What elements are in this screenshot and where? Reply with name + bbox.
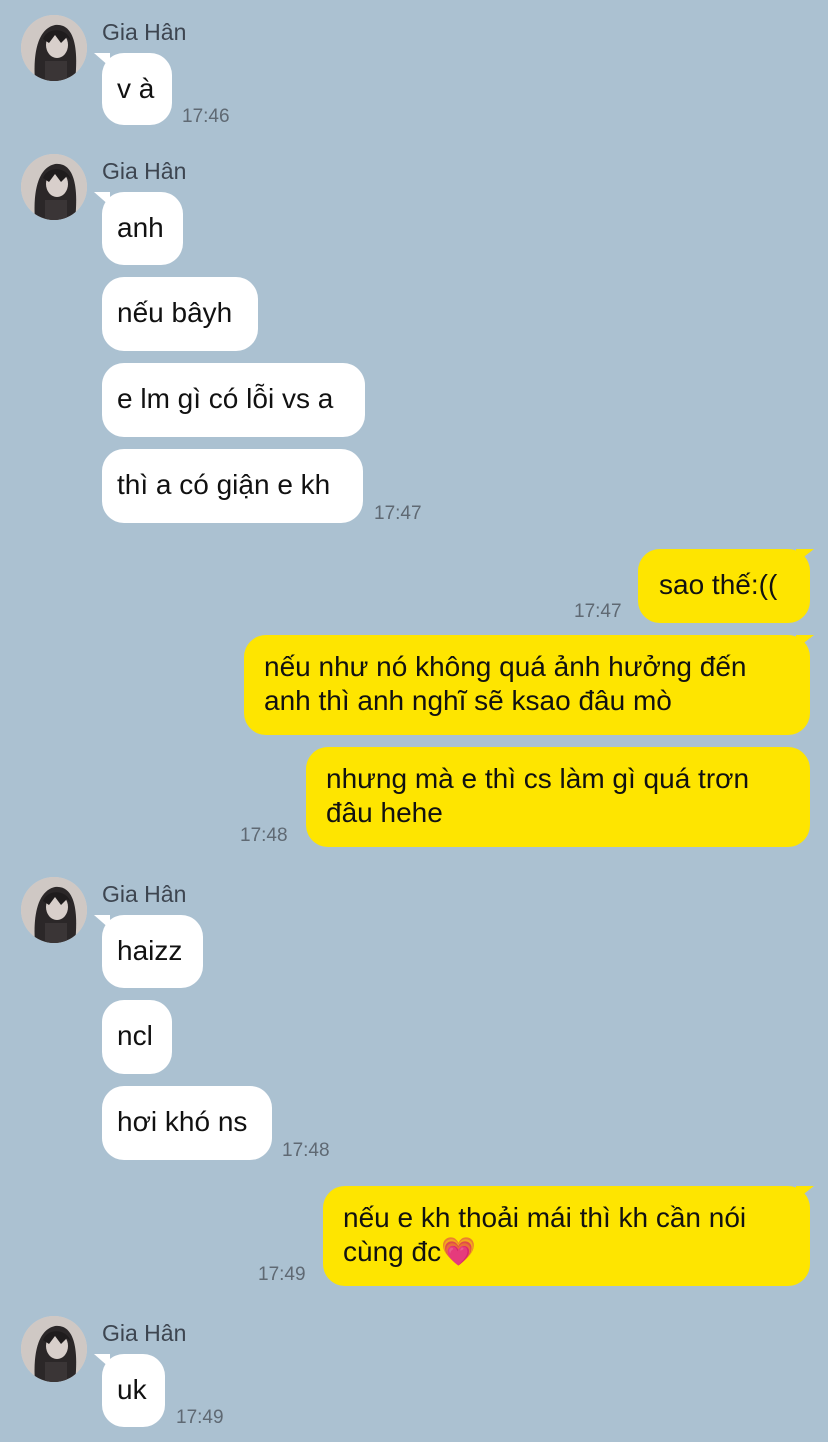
message-bubble[interactable]: e lm gì có lỗi vs a [102,363,365,437]
message-bubble[interactable]: nếu như nó không quá ảnh hưởng đến anh t… [244,635,810,735]
sender-name: Gia Hân [102,19,187,45]
message-text: v à [117,73,155,104]
message-bubble[interactable]: hơi khó ns [102,1086,272,1160]
message-bubble[interactable]: nếu bâyh [102,277,258,351]
message-time: 17:46 [182,106,230,127]
message-text: ncl [117,1020,153,1051]
message-text: haizz [117,935,183,966]
message-bubble[interactable]: sao thế:(( [638,549,810,623]
message-bubble[interactable]: v à [102,53,172,125]
sender-name: Gia Hân [102,881,187,907]
avatar-image [21,154,87,220]
sender-name: Gia Hân [102,1320,187,1346]
message-time: 17:48 [240,825,288,846]
sender-name: Gia Hân [102,158,187,184]
bubble-tail [796,549,814,563]
bubble-tail [796,1186,814,1200]
message-bubble[interactable]: nhưng mà e thì cs làm gì quá trơn đâu he… [306,747,810,847]
message-bubble[interactable]: nếu e kh thoải mái thì kh cần nói cùng đ… [323,1186,810,1286]
message-text: uk [117,1374,147,1405]
avatar-image [21,877,87,943]
bubble-tail [94,53,110,67]
message-text: sao thế:(( [659,569,778,600]
bubble-tail [94,1354,110,1368]
contact-avatar[interactable] [21,1316,87,1382]
message-text: hơi khó ns [117,1106,248,1137]
message-text: anh [117,212,164,243]
message-bubble[interactable]: uk [102,1354,165,1427]
message-text: thì a có giận e kh [117,469,331,500]
message-bubble[interactable]: haizz [102,915,203,988]
message-text: nếu bâyh [117,297,233,328]
message-text: nhưng mà e thì cs làm gì quá trơn đâu he… [326,763,750,828]
message-text: nếu như nó không quá ảnh hưởng đến anh t… [264,651,747,716]
message-time: 17:47 [374,503,422,524]
message-time: 17:48 [282,1140,330,1161]
message-bubble[interactable]: thì a có giận e kh [102,449,363,523]
message-time: 17:49 [258,1264,306,1285]
contact-avatar[interactable] [21,15,87,81]
message-time: 17:47 [574,601,622,622]
contact-avatar[interactable] [21,877,87,943]
chat-area: Gia Hân v à 17:46 Gia Hân anh nếu bâyh e… [0,0,828,1442]
bubble-tail [94,915,110,929]
avatar-image [21,1316,87,1382]
bubble-tail [796,635,814,649]
message-time: 17:49 [176,1407,224,1428]
contact-avatar[interactable] [21,154,87,220]
message-bubble[interactable]: ncl [102,1000,172,1074]
message-bubble[interactable]: anh [102,192,183,265]
avatar-image [21,15,87,81]
message-text: e lm gì có lỗi vs a [117,383,334,414]
message-text: nếu e kh thoải mái thì kh cần nói cùng đ… [343,1202,747,1267]
bubble-tail [94,192,110,206]
